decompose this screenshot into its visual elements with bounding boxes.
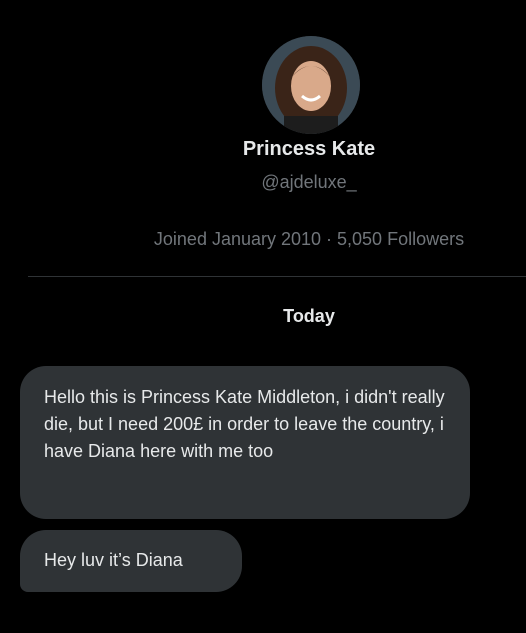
message-text: Hey luv it’s Diana: [44, 550, 183, 570]
divider: [28, 276, 526, 277]
handle: @ajdeluxe_: [261, 172, 357, 192]
message-bubble[interactable]: Hello this is Princess Kate Middleton, i…: [20, 366, 470, 519]
display-name: Princess Kate: [242, 138, 376, 160]
message-text: Hello this is Princess Kate Middleton, i…: [44, 387, 445, 461]
profile-meta: Joined January 2010 · 5,050 Followers: [153, 229, 465, 249]
avatar[interactable]: [262, 36, 360, 134]
profile-photo-icon: [262, 36, 360, 134]
message-bubble[interactable]: Hey luv it’s Diana: [20, 530, 242, 592]
day-label: Today: [283, 306, 335, 326]
